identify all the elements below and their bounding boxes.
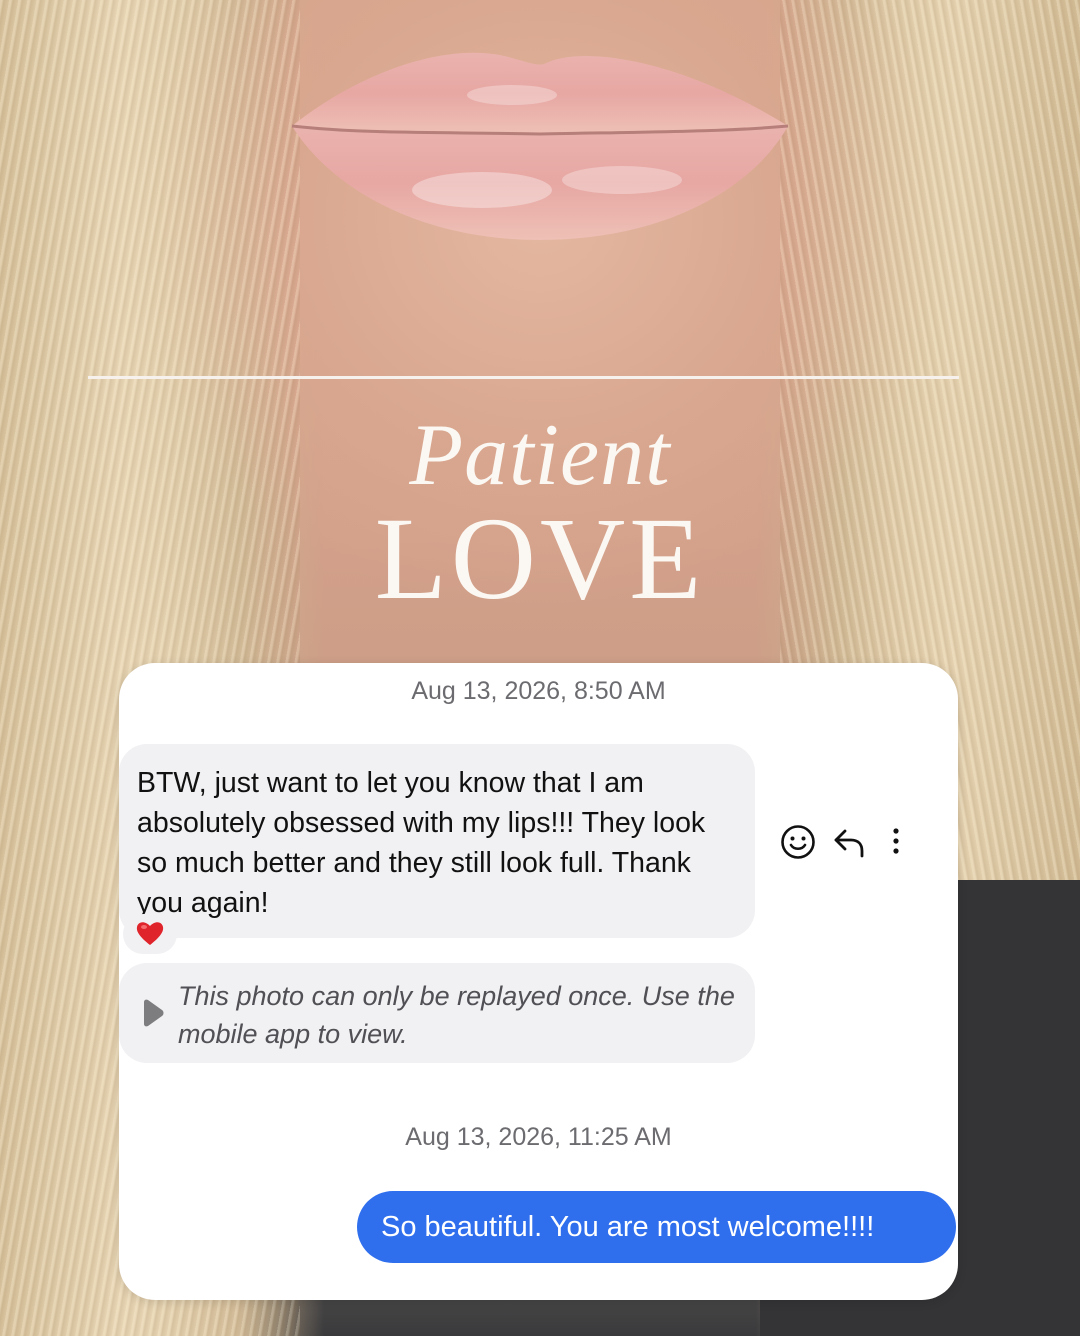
outgoing-message-bubble[interactable]: So beautiful. You are most welcome!!!! — [357, 1191, 956, 1263]
photo-message-bubble[interactable]: This photo can only be replayed once. Us… — [119, 963, 755, 1063]
incoming-message-bubble[interactable]: BTW, just want to let you know that I am… — [119, 744, 755, 938]
reply-icon[interactable] — [831, 823, 867, 859]
title-script: Patient — [409, 407, 671, 504]
smiley-face-icon[interactable] — [779, 823, 817, 861]
message-actions — [779, 823, 919, 863]
message-timestamp: Aug 13, 2026, 8:50 AM — [411, 677, 666, 705]
play-icon — [144, 999, 164, 1027]
incoming-message-text: BTW, just want to let you know that I am… — [137, 767, 706, 919]
reaction-badge[interactable] — [123, 914, 177, 954]
lips-image — [291, 52, 789, 240]
outgoing-message-text: So beautiful. You are most welcome!!!! — [381, 1211, 875, 1243]
chat-card: Aug 13, 2026, 8:50 AM BTW, just want to … — [119, 663, 958, 1300]
title-main: LOVE — [374, 493, 706, 624]
more-options-icon[interactable] — [889, 823, 903, 859]
heart-emoji-icon — [136, 922, 164, 945]
photo-notice-text: This photo can only be replayed once. Us… — [178, 981, 735, 1049]
divider-line — [88, 376, 959, 379]
message-timestamp: Aug 13, 2026, 11:25 AM — [405, 1123, 672, 1151]
